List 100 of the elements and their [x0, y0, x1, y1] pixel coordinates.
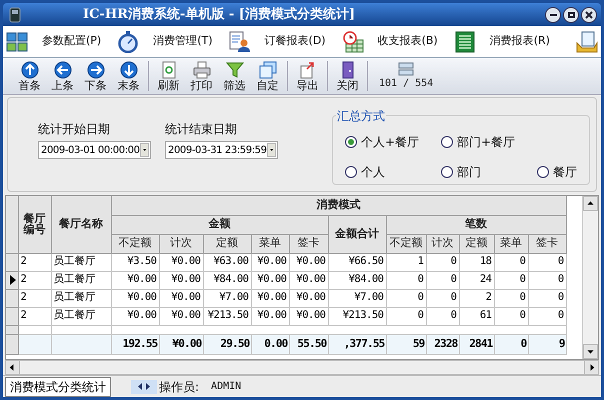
- toolbar-button[interactable]: 下条: [79, 60, 112, 92]
- table-cell: ¥63.00: [203, 253, 251, 271]
- table-cell: ¥0.00: [159, 289, 203, 307]
- table-cell: 0: [426, 307, 459, 325]
- table-cell: ¥213.50: [328, 307, 386, 325]
- table-cell: ¥0.00: [289, 289, 328, 307]
- table-cell: 0: [528, 271, 566, 289]
- hand-document-icon: [576, 30, 598, 52]
- operator-label: 操作员:: [159, 378, 200, 396]
- window-title: IC-HR消费系统-单机版 - [消费模式分类统计]: [83, 6, 356, 24]
- table-cell: ¥7.00: [328, 289, 386, 307]
- radio-option[interactable]: 部门+餐厅: [441, 130, 537, 154]
- refresh-icon: [160, 60, 178, 78]
- toolbar-button[interactable]: 关闭: [331, 60, 364, 92]
- table-cell: ¥84.00: [328, 271, 386, 289]
- total-cell: 2841: [459, 334, 494, 354]
- scroll-up-icon[interactable]: [583, 196, 598, 211]
- toolbar-button[interactable]: 上条: [46, 60, 79, 92]
- minimize-button[interactable]: [545, 6, 561, 22]
- toolbar-button[interactable]: 导出: [291, 60, 324, 92]
- menu-item[interactable]: 消费管理(T): [117, 30, 221, 52]
- toolbar-button[interactable]: 筛选: [218, 60, 251, 92]
- column-header: 餐厅编号: [18, 196, 51, 253]
- column-header: 计次: [426, 234, 459, 253]
- table-cell: 0: [494, 307, 528, 325]
- radio-button[interactable]: [345, 166, 357, 178]
- radio-button[interactable]: [441, 166, 453, 178]
- scroll-left-icon[interactable]: [6, 361, 20, 374]
- table-cell: ¥213.50: [203, 307, 251, 325]
- table-cell: 1: [386, 253, 426, 271]
- app-icon: [7, 6, 23, 22]
- table-cell: ¥7.00: [203, 289, 251, 307]
- column-header: 不定额: [111, 234, 159, 253]
- total-cell: 192.55: [111, 334, 159, 354]
- radio-option[interactable]: 个人: [345, 160, 441, 184]
- total-cell: 29.50: [203, 334, 251, 354]
- table-cell: 0: [528, 253, 566, 271]
- radio-option[interactable]: 部门: [441, 160, 537, 184]
- toolbar-button[interactable]: 打印: [185, 60, 218, 92]
- menu-item[interactable]: 消费报表(R): [454, 30, 558, 52]
- table-cell: ¥0.00: [251, 271, 289, 289]
- table-cell: ¥0.00: [251, 289, 289, 307]
- record-counter: 101 / 554: [379, 76, 434, 90]
- tab[interactable]: 消费模式分类统计: [5, 376, 111, 396]
- vertical-scrollbar[interactable]: [582, 196, 598, 359]
- total-cell: 55.50: [289, 334, 328, 354]
- column-header: 签卡: [289, 234, 328, 253]
- date-picker[interactable]: 2009-03-31 23:59:59: [165, 141, 278, 159]
- menu-item[interactable]: 订餐报表(D): [228, 30, 334, 52]
- toolbar-button[interactable]: 末条: [112, 60, 145, 92]
- toolbar-button[interactable]: 首条: [13, 60, 46, 92]
- table-cell: 员工餐厅: [51, 307, 111, 325]
- column-header: 不定额: [386, 234, 426, 253]
- table-cell: 0: [494, 289, 528, 307]
- radio-option[interactable]: 个人+餐厅: [345, 130, 441, 154]
- close-button[interactable]: [581, 6, 597, 22]
- table-cell: ¥0.00: [111, 289, 159, 307]
- scroll-right-icon[interactable]: [584, 361, 598, 374]
- toolbar-button[interactable]: 刷新: [152, 60, 185, 92]
- spreadsheet-icon: [454, 30, 476, 52]
- table-cell: ¥0.00: [159, 253, 203, 271]
- table-cell: 0: [426, 253, 459, 271]
- row-indicator[interactable]: [6, 271, 18, 289]
- table-cell: 员工餐厅: [51, 253, 111, 271]
- grid-icon: [6, 30, 28, 52]
- column-header: 计次: [159, 234, 203, 253]
- menu-item[interactable]: 参数配置(P): [6, 30, 110, 52]
- left-caret-icon: [138, 383, 142, 390]
- radio-button[interactable]: [345, 136, 357, 148]
- export-icon: [298, 60, 316, 78]
- table-cell: ¥0.00: [251, 253, 289, 271]
- table-cell: ¥0.00: [159, 307, 203, 325]
- radio-button[interactable]: [537, 166, 549, 178]
- date-picker[interactable]: 2009-03-01 00:00:00: [38, 141, 151, 159]
- tab-scroll-arrows[interactable]: [131, 380, 157, 394]
- table-cell: 0: [494, 253, 528, 271]
- total-cell: ,377.55: [328, 334, 386, 354]
- menu-item[interactable]: 收支报表(B): [342, 30, 446, 52]
- table-cell: 0: [386, 307, 426, 325]
- maximize-button[interactable]: [563, 6, 579, 22]
- column-header: 签卡: [528, 234, 566, 253]
- radio-option[interactable]: 餐厅: [537, 160, 577, 184]
- column-header: 消费模式: [111, 196, 566, 215]
- radio-button[interactable]: [441, 136, 453, 148]
- right-caret-icon: [146, 383, 150, 390]
- dropdown-icon: [140, 143, 149, 157]
- total-cell: ¥0.00: [159, 334, 203, 354]
- table-cell: ¥0.00: [111, 307, 159, 325]
- horizontal-scrollbar[interactable]: [5, 360, 599, 375]
- total-cell: 0.00: [251, 334, 289, 354]
- windows-icon: [258, 60, 276, 78]
- column-header: 金额: [111, 215, 328, 234]
- column-header: 笔数: [386, 215, 566, 234]
- toolbar-button[interactable]: 自定: [251, 60, 284, 92]
- table-cell: 2: [18, 253, 51, 271]
- total-cell: 9: [528, 334, 566, 354]
- table-cell: ¥66.50: [328, 253, 386, 271]
- scroll-down-icon[interactable]: [583, 344, 598, 359]
- record-icon: [398, 62, 414, 76]
- table-cell: 61: [459, 307, 494, 325]
